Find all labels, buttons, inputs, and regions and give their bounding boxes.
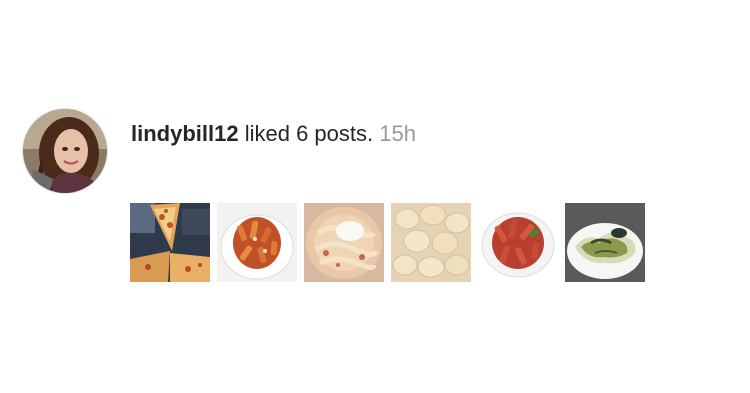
ravioli-pesto-photo-icon: [565, 203, 645, 282]
post-thumbnail-ravioli[interactable]: [565, 203, 645, 282]
user-avatar[interactable]: [22, 108, 108, 194]
notification-timestamp: 15h: [379, 121, 416, 146]
post-thumbnail-tortellini[interactable]: [391, 203, 471, 282]
rigatoni-pasta-photo-icon: [217, 203, 297, 282]
user-profile-photo-icon: [23, 109, 107, 193]
tortellini-photo-icon: [391, 203, 471, 282]
post-thumbnail-penne[interactable]: [478, 203, 558, 282]
username-link[interactable]: lindybill12: [131, 121, 239, 146]
post-thumbnail-pizza[interactable]: [130, 203, 210, 282]
notification-text: lindybill12 liked 6 posts. 15h: [131, 117, 416, 151]
pizza-photo-icon: [130, 203, 210, 282]
creamy-pasta-photo-icon: [304, 203, 384, 282]
post-thumbnail-creamy-pasta[interactable]: [304, 203, 384, 282]
notification-screen: lindybill12 liked 6 posts. 15h: [0, 0, 750, 393]
penne-pasta-photo-icon: [478, 203, 558, 282]
post-thumbnail-rigatoni[interactable]: [217, 203, 297, 282]
notification-action: liked 6 posts.: [244, 121, 374, 146]
